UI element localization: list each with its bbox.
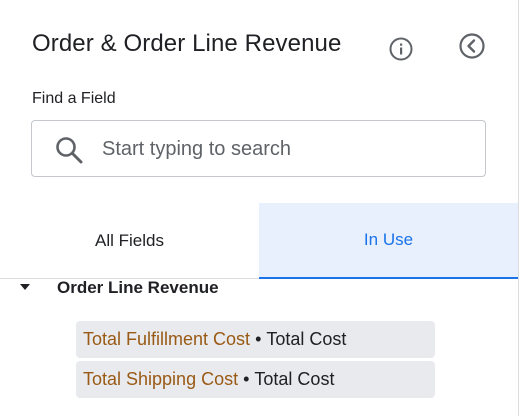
field-picker-panel: Order & Order Line Revenue Find a Field …: [0, 0, 528, 416]
find-field-label: Find a Field: [32, 90, 116, 107]
field-chip[interactable]: Total Fulfillment Cost • Total Cost: [76, 321, 435, 358]
chip-separator: •: [255, 329, 262, 349]
search-input[interactable]: [102, 129, 472, 169]
field-chip[interactable]: Total Shipping Cost • Total Cost: [76, 361, 435, 398]
chevron-left-circle-icon[interactable]: [458, 32, 486, 60]
info-icon[interactable]: [388, 36, 414, 62]
search-icon: [56, 137, 83, 164]
search-box[interactable]: [31, 120, 486, 177]
chip-metric-name: Total Cost: [254, 369, 335, 389]
group-label: Order Line Revenue: [57, 278, 219, 297]
chip-field-name: Total Shipping Cost: [83, 369, 239, 389]
panel-title: Order & Order Line Revenue: [32, 30, 342, 57]
chip-field-name: Total Fulfillment Cost: [83, 329, 251, 349]
chip-separator: •: [243, 369, 250, 389]
tab-all-fields-label: All Fields: [95, 231, 164, 250]
chip-metric-name: Total Cost: [266, 329, 347, 349]
tab-bar: All Fields In Use: [0, 203, 518, 279]
caret-down-icon[interactable]: [18, 281, 32, 293]
panel-divider: [518, 0, 519, 416]
tab-in-use[interactable]: In Use: [259, 203, 518, 279]
tab-all-fields[interactable]: All Fields: [0, 203, 259, 279]
tab-in-use-label: In Use: [363, 230, 414, 249]
